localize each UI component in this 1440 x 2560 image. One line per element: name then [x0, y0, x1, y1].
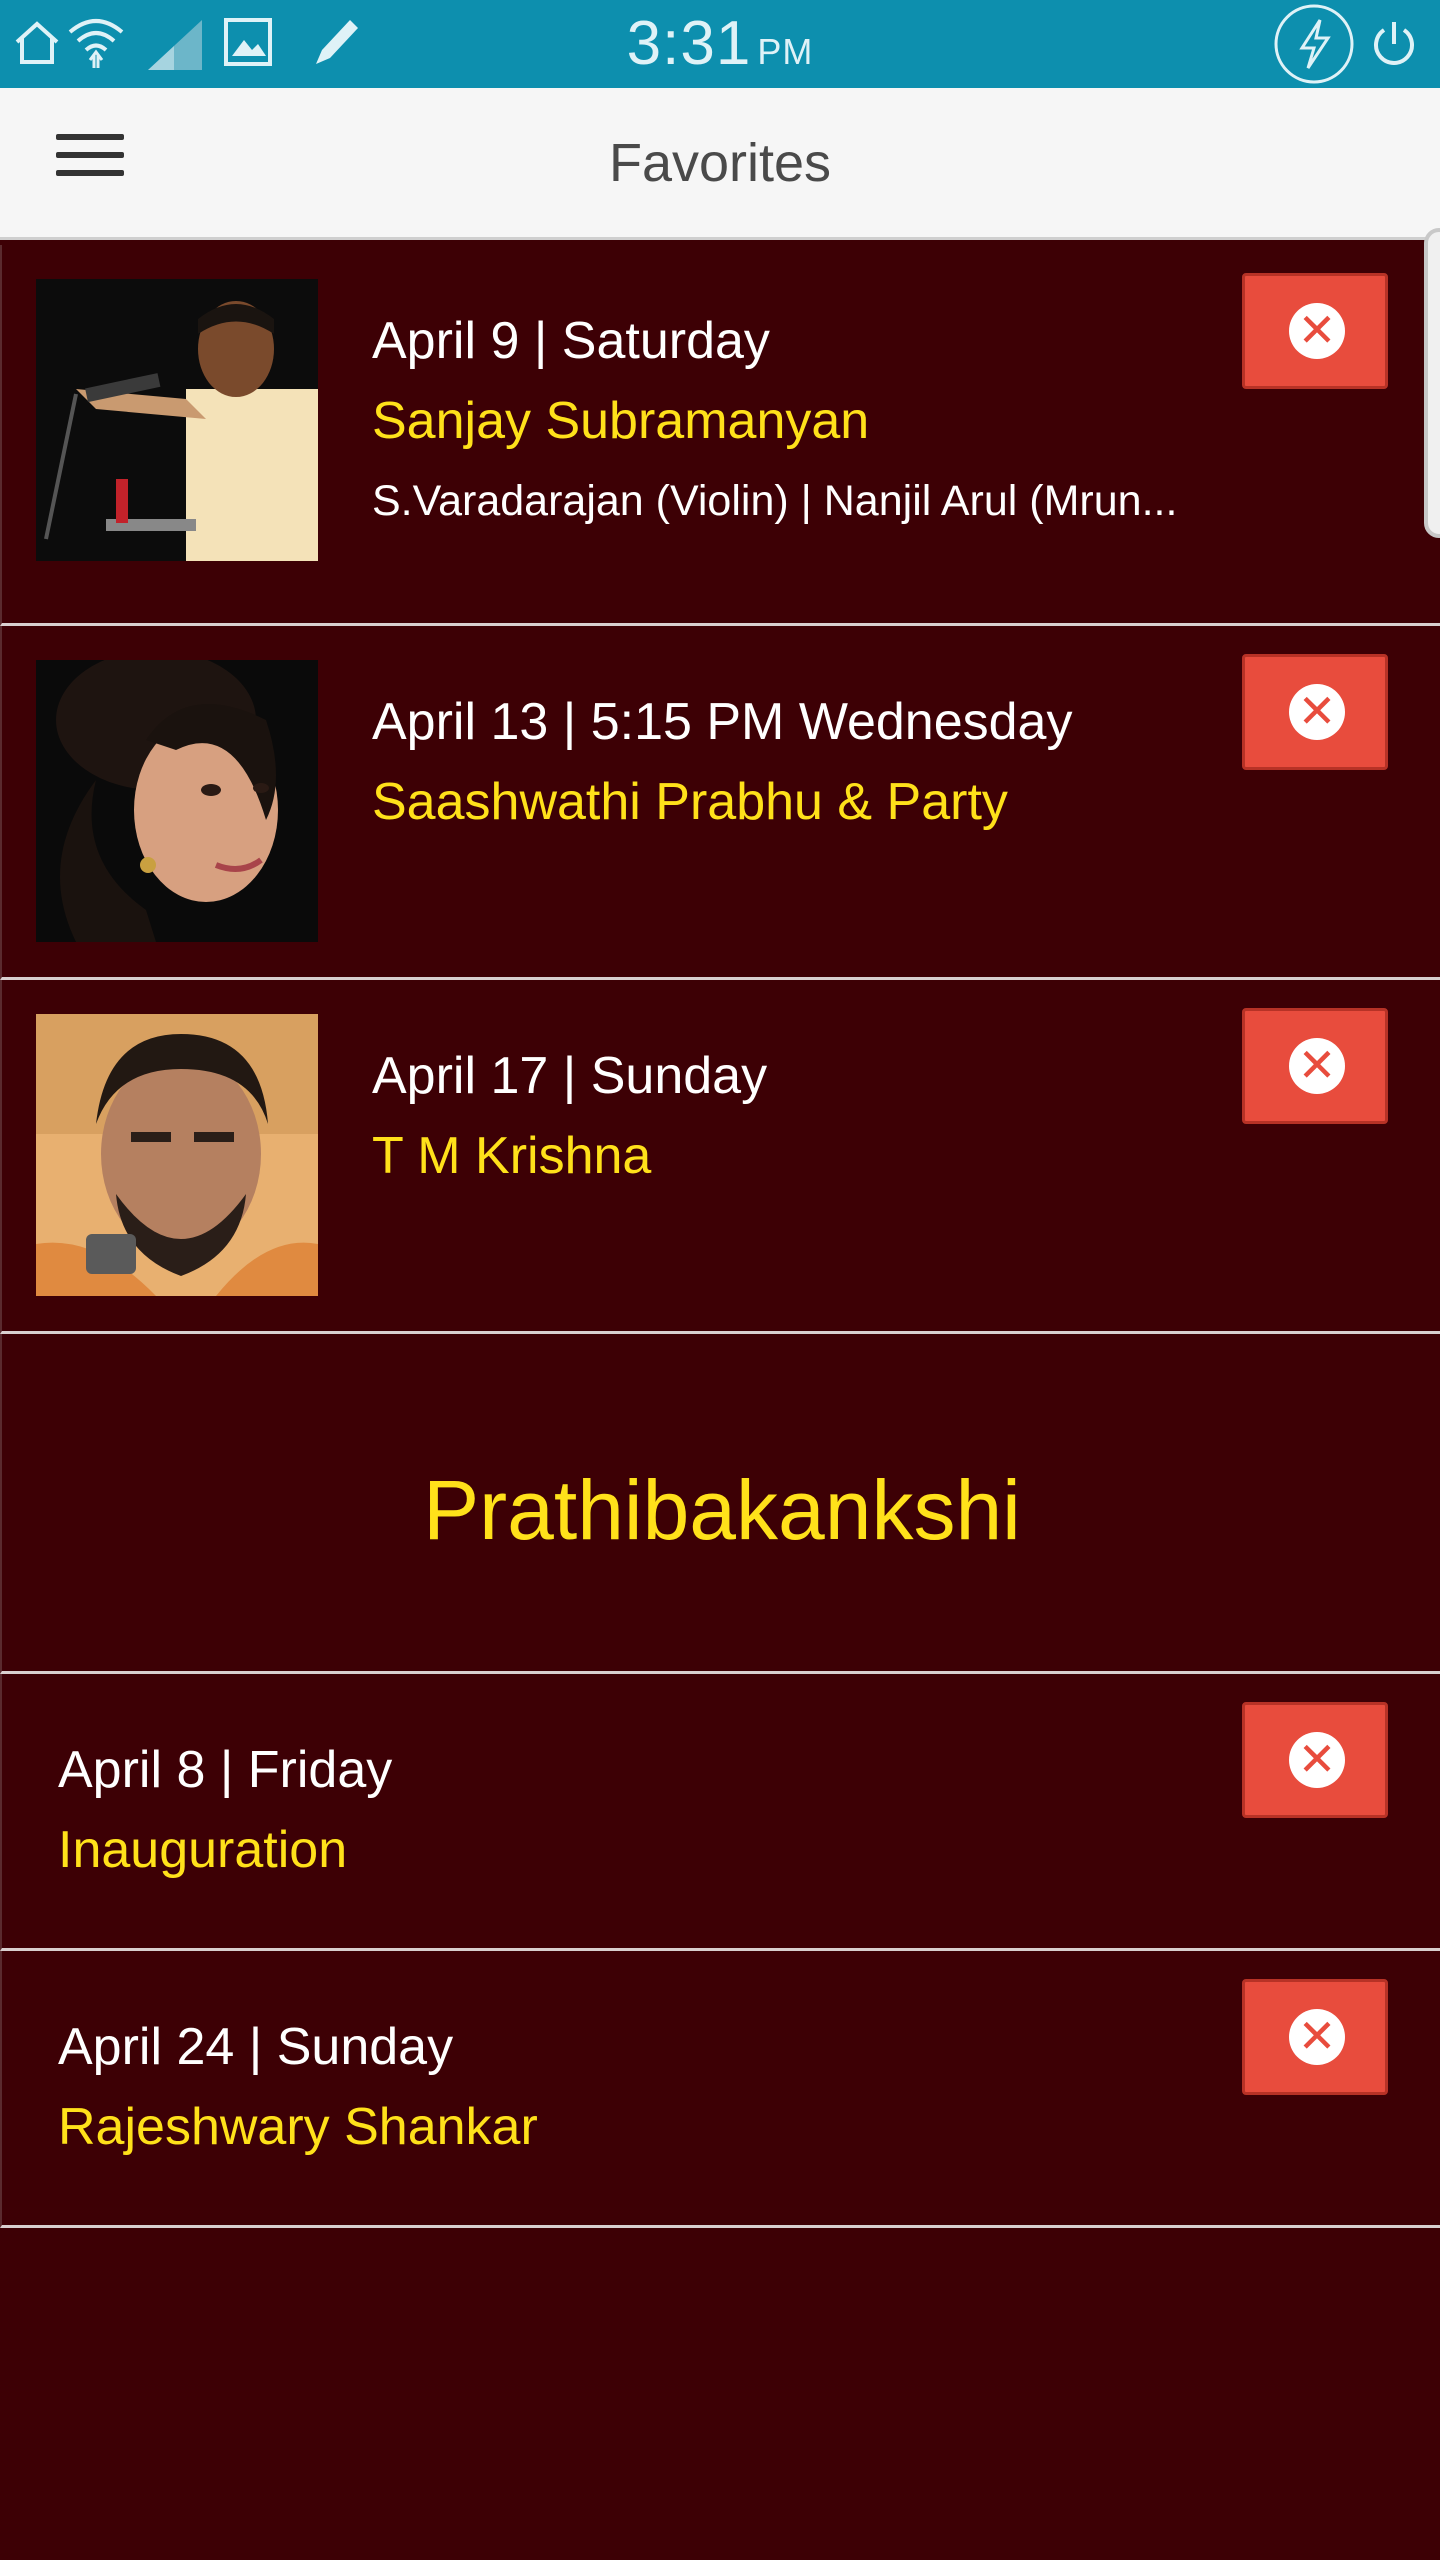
status-bar: 3:31 PM: [0, 0, 1440, 88]
remove-favorite-button[interactable]: ✕: [1242, 1979, 1388, 2095]
app-bar: Favorites: [0, 88, 1440, 240]
accompanists: S.Varadarajan (Violin) | Nanjil Arul (Mr…: [372, 477, 1178, 525]
close-circle-icon: ✕: [1289, 1038, 1345, 1094]
page-title: Favorites: [608, 133, 832, 193]
item-text: April 24 | Sunday Rajeshwary Shankar: [58, 2007, 1250, 2167]
close-circle-icon: ✕: [1289, 1732, 1345, 1788]
close-circle-icon: ✕: [1289, 684, 1345, 740]
clock-time: 3:31: [626, 9, 752, 78]
remove-favorite-button[interactable]: ✕: [1242, 273, 1388, 389]
remove-favorite-button[interactable]: ✕: [1242, 654, 1388, 770]
remove-favorite-button[interactable]: ✕: [1242, 1702, 1388, 1818]
event-name[interactable]: Rajeshwary Shankar: [58, 2087, 1250, 2167]
list-item[interactable]: April 9 | Saturday Sanjay Subramanyan S.…: [0, 245, 1440, 626]
clock-ampm: PM: [757, 31, 814, 72]
section-title: Prathibakankshi: [423, 1463, 1021, 1557]
event-name[interactable]: Inauguration: [58, 1810, 1250, 1890]
list-item[interactable]: April 17 | Sunday T M Krishna ✕: [0, 980, 1440, 1334]
power-icon: [1374, 22, 1414, 65]
status-time: 3:31 PM: [0, 8, 1440, 79]
artist-photo: [36, 1014, 318, 1296]
list-item[interactable]: April 13 | 5:15 PM Wednesday Saashwathi …: [0, 626, 1440, 980]
event-date: April 17 | Sunday: [372, 1047, 768, 1105]
favorites-list: April 9 | Saturday Sanjay Subramanyan S.…: [0, 245, 1440, 2228]
list-item[interactable]: April 24 | Sunday Rajeshwary Shankar ✕: [0, 1951, 1440, 2228]
event-date: April 24 | Sunday: [58, 2018, 454, 2076]
close-circle-icon: ✕: [1289, 2009, 1345, 2065]
artist-photo: [36, 279, 318, 561]
artist-name[interactable]: Saashwathi Prabhu & Party: [372, 762, 1250, 842]
event-date: April 9 | Saturday: [372, 312, 770, 370]
remove-favorite-button[interactable]: ✕: [1242, 1008, 1388, 1124]
list-item[interactable]: April 8 | Friday Inauguration ✕: [0, 1674, 1440, 1951]
item-text: April 9 | Saturday Sanjay Subramanyan S.…: [372, 301, 1250, 541]
artist-name[interactable]: Sanjay Subramanyan: [372, 381, 1250, 461]
flash-icon: [1274, 4, 1354, 84]
artist-photo: [36, 660, 318, 942]
section-header: Prathibakankshi: [0, 1334, 1440, 1674]
artist-name[interactable]: T M Krishna: [372, 1116, 1250, 1196]
close-circle-icon: ✕: [1289, 303, 1345, 359]
item-text: April 8 | Friday Inauguration: [58, 1730, 1250, 1890]
event-date: April 8 | Friday: [58, 1741, 393, 1799]
item-text: April 17 | Sunday T M Krishna: [372, 1036, 1250, 1196]
event-date: April 13 | 5:15 PM Wednesday: [372, 693, 1073, 751]
item-text: April 13 | 5:15 PM Wednesday Saashwathi …: [372, 682, 1250, 842]
